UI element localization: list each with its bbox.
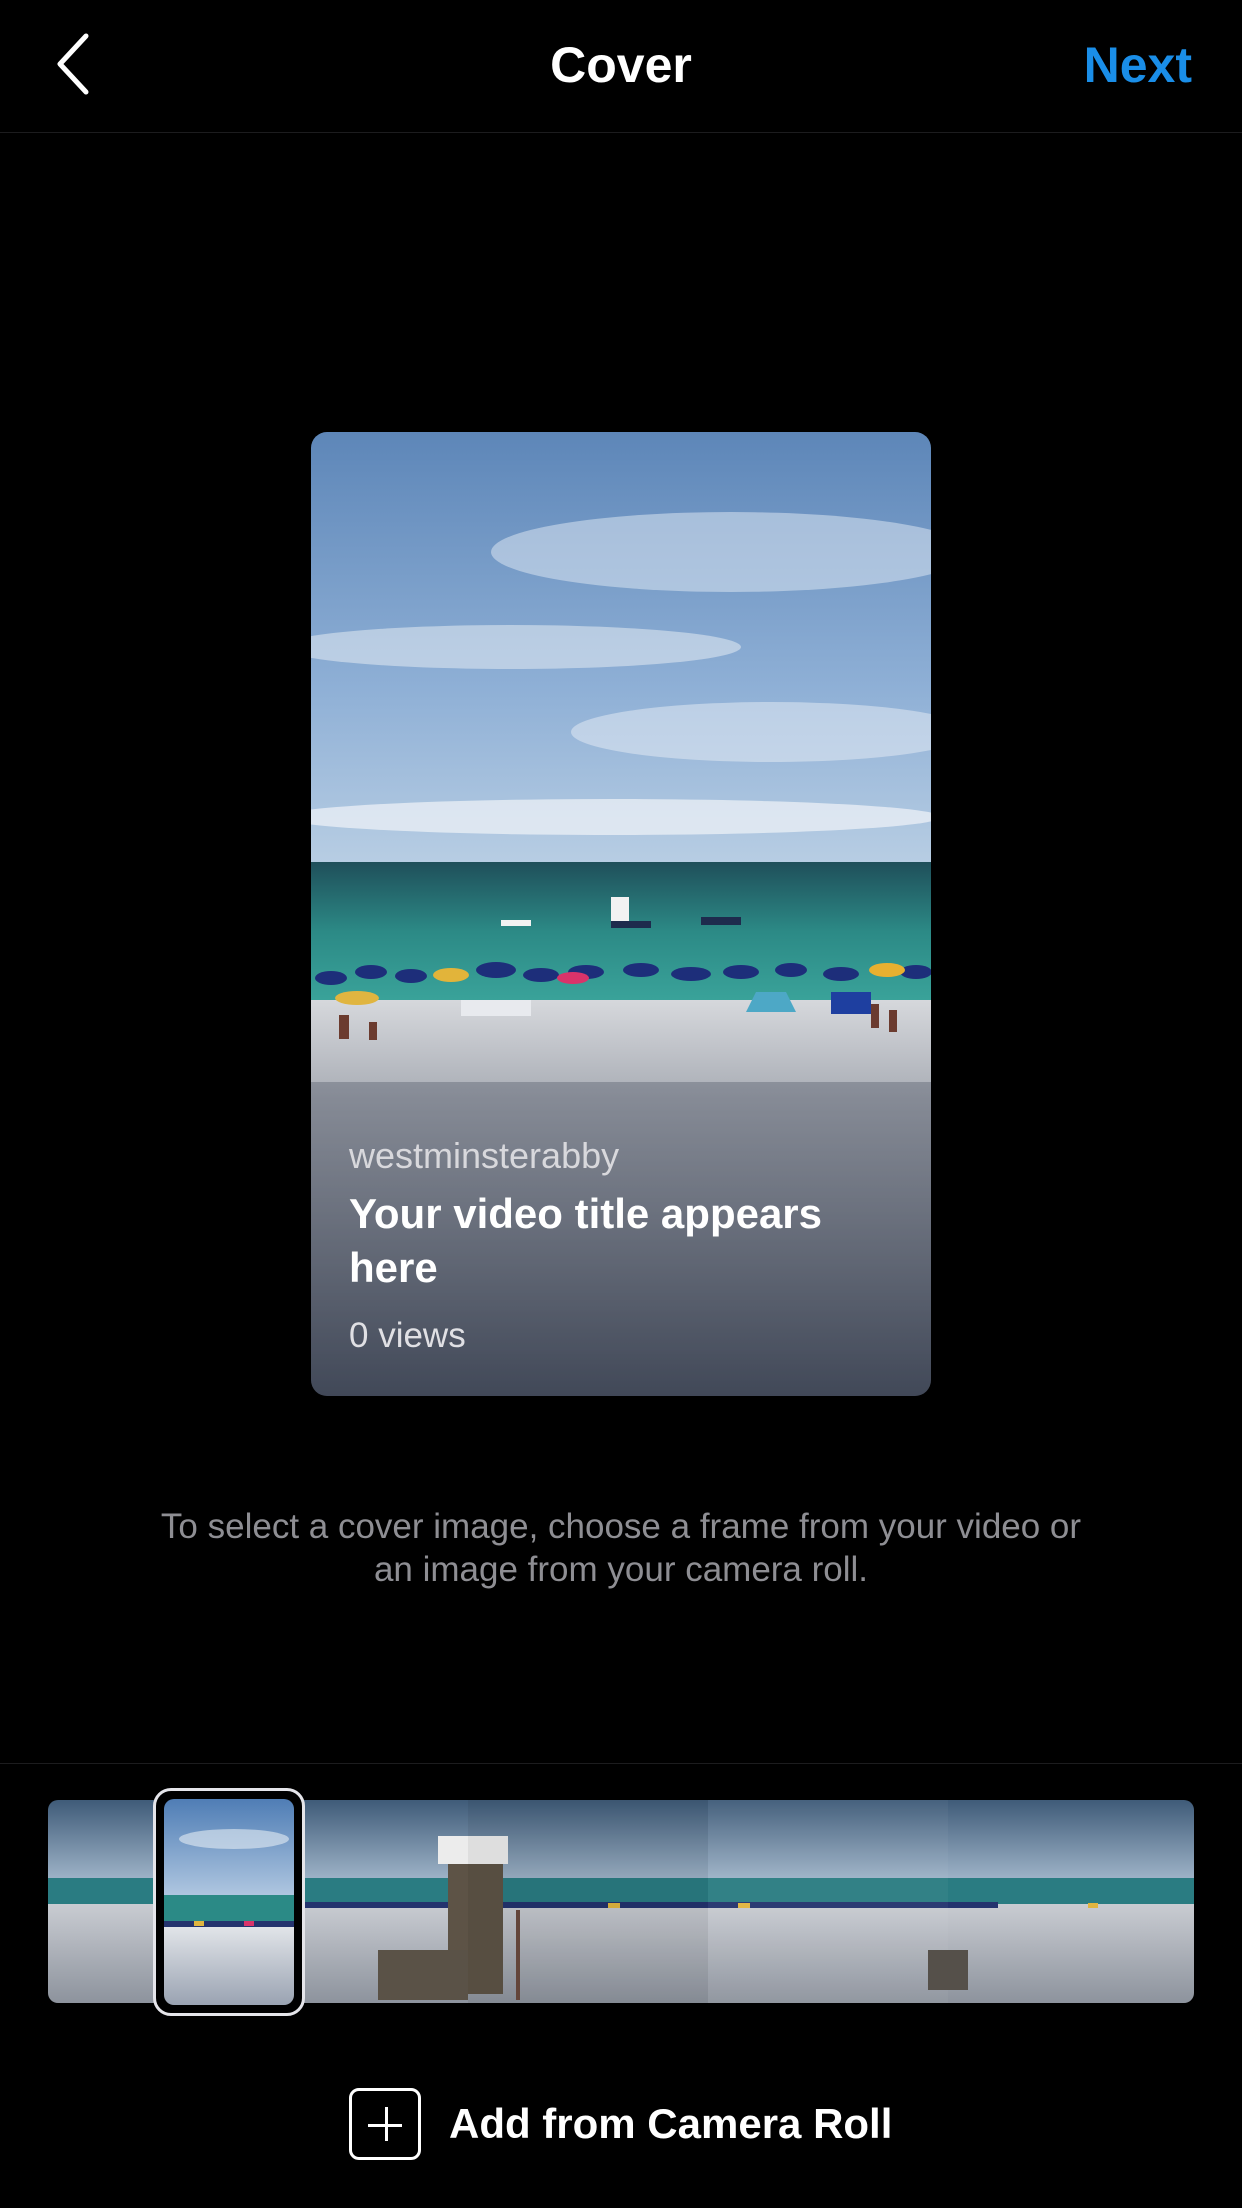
preview-username: westminsterabby: [349, 1135, 620, 1176]
page-title: Cover: [550, 37, 692, 93]
selected-frame-thumbnail: [164, 1799, 294, 2005]
add-from-camera-roll-label: Add from Camera Roll: [449, 2100, 893, 2147]
plus-square-icon: [349, 2088, 421, 2160]
header-bar: Cover Next: [0, 0, 1242, 133]
divider: [0, 1763, 1242, 1764]
cover-preview: westminsterabby Your video title appears…: [311, 432, 931, 1396]
preview-video-title: Your video title appears here: [349, 1190, 823, 1291]
cover-hint-text: To select a cover image, choose a frame …: [160, 1507, 1082, 1589]
add-from-camera-roll-button[interactable]: Add from Camera Roll: [349, 2088, 892, 2160]
selected-frame-handle[interactable]: [153, 1788, 305, 2016]
preview-view-count: 0 views: [349, 1316, 466, 1355]
next-button[interactable]: Next: [1084, 36, 1192, 94]
